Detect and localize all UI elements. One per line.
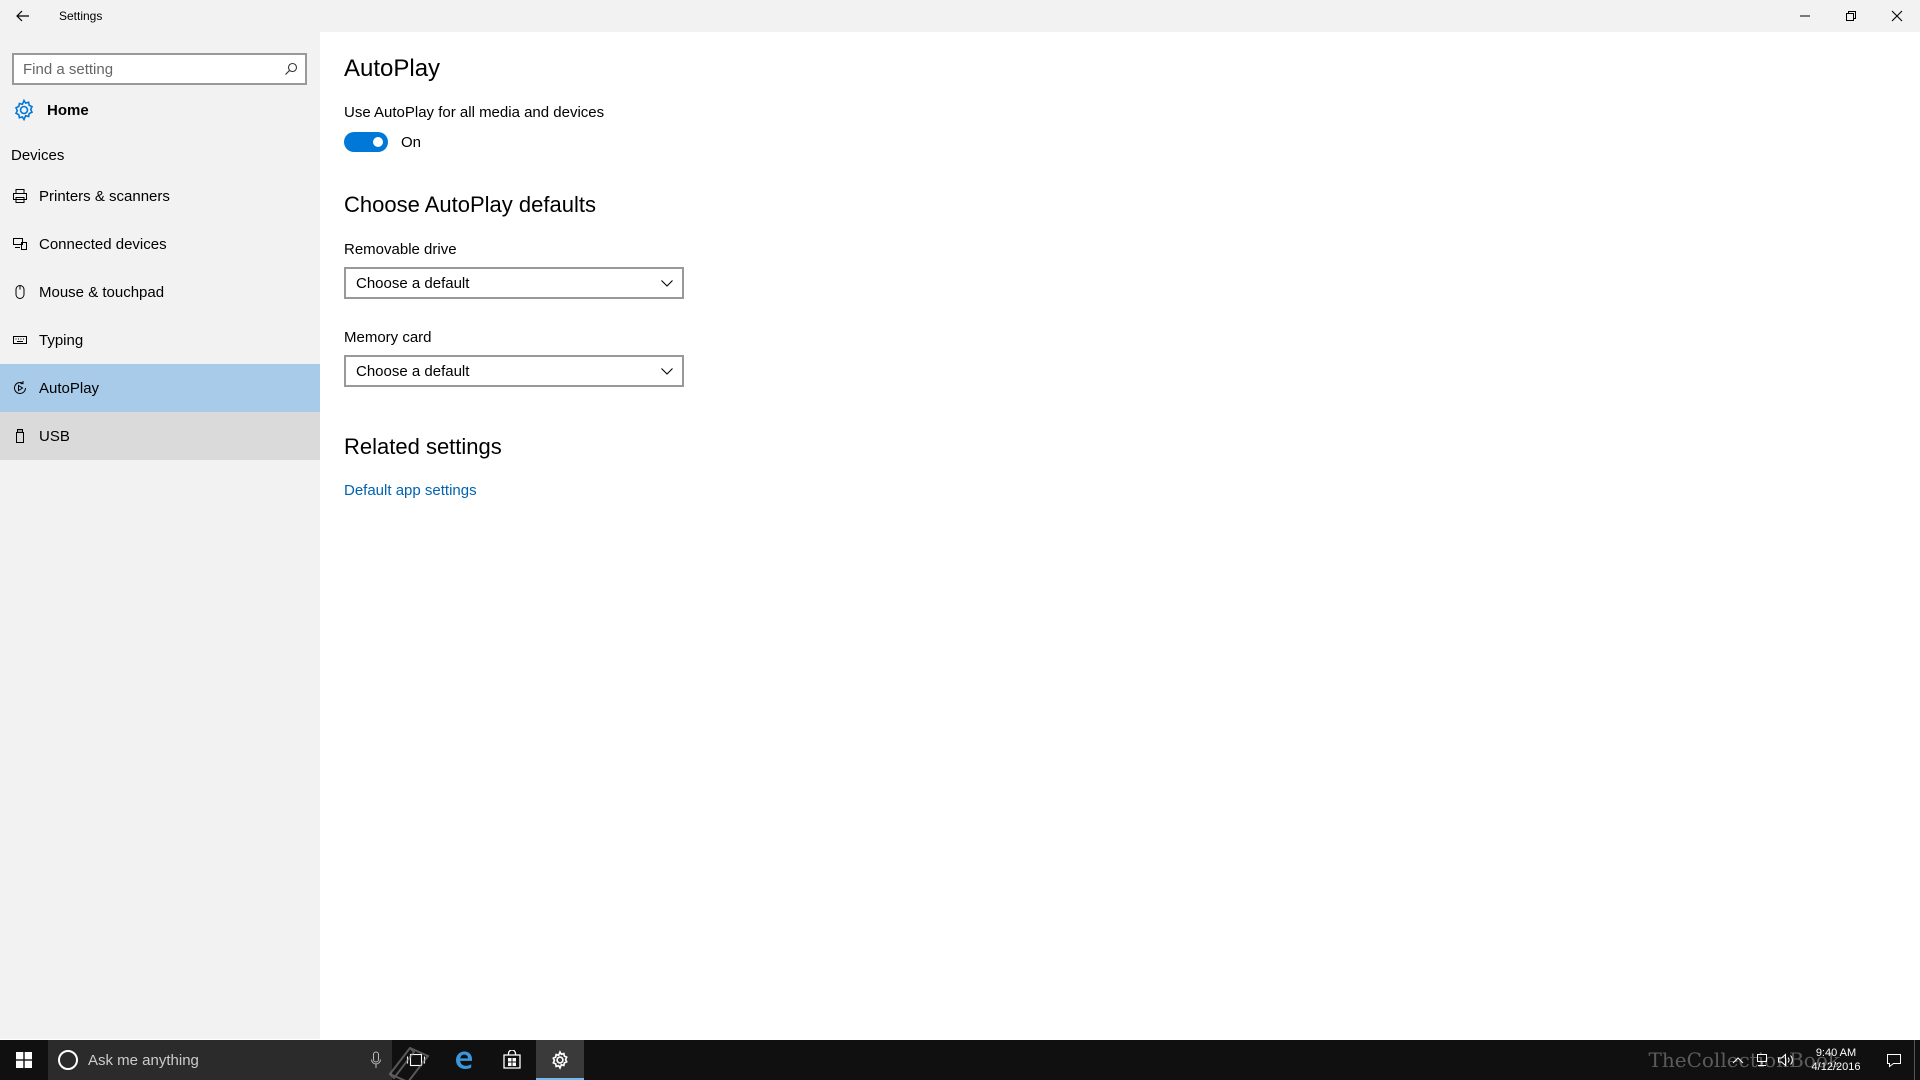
show-hidden-icons-button[interactable] [1726,1040,1750,1080]
taskbar-clock[interactable]: 9:40 AM 4/12/2016 [1798,1046,1874,1074]
printer-icon [12,188,28,204]
toggle-knob [373,137,383,147]
windows-logo-icon [16,1052,32,1068]
show-desktop-button[interactable] [1914,1040,1920,1080]
taskbar: Ask me anything TheCollectionBook 9:40 A… [0,1040,1920,1080]
sidebar-item-label: Typing [39,331,84,349]
start-button[interactable] [0,1040,48,1080]
usb-icon [12,428,28,444]
sidebar: Home Devices Printers & scanners Connect… [0,32,320,1039]
close-button[interactable] [1874,0,1920,32]
autoplay-toggle-row: On [344,132,421,152]
action-center-button[interactable] [1874,1040,1914,1080]
gear-icon [14,98,34,122]
mouse-icon [12,284,28,300]
autoplay-defaults-heading: Choose AutoPlay defaults [344,192,596,217]
cortana-icon [58,1050,78,1070]
sidebar-item-connected-devices[interactable]: Connected devices [0,220,320,268]
default-app-settings-link[interactable]: Default app settings [344,482,477,499]
sidebar-item-autoplay[interactable]: AutoPlay [0,364,320,412]
title-bar: Settings [0,0,1920,32]
search-icon[interactable] [277,55,305,83]
edge-app-button[interactable] [440,1040,488,1080]
back-arrow-icon [16,10,29,22]
keyboard-icon [12,332,28,348]
autoplay-toggle[interactable] [344,132,388,152]
cortana-search-box[interactable]: Ask me anything [48,1040,392,1080]
close-icon [1891,10,1903,22]
store-app-button[interactable] [488,1040,536,1080]
sidebar-item-label: Mouse & touchpad [39,283,165,301]
microphone-icon[interactable] [370,1051,382,1069]
chevron-down-icon [661,368,673,375]
minimize-icon [1800,15,1810,17]
toggle-state-text: On [401,133,422,151]
sidebar-item-label: USB [39,427,70,445]
home-label: Home [47,101,89,119]
memory-card-value: Choose a default [356,362,470,380]
sidebar-item-label: Printers & scanners [39,187,170,205]
taskbar-search-placeholder: Ask me anything [88,1051,199,1069]
page-title: AutoPlay [344,55,441,82]
notification-icon [1887,1054,1901,1068]
minimize-button[interactable] [1782,0,1828,32]
network-icon [1757,1054,1767,1066]
gear-icon [552,1050,568,1070]
system-tray: 9:40 AM 4/12/2016 [1726,1040,1920,1080]
settings-app-button[interactable] [536,1040,584,1080]
removable-drive-value: Choose a default [356,274,470,292]
memory-card-dropdown[interactable]: Choose a default [344,355,684,387]
clock-date: 4/12/2016 [1811,1061,1861,1073]
sidebar-item-mouse-touchpad[interactable]: Mouse & touchpad [0,268,320,316]
sidebar-item-label: Connected devices [39,235,167,253]
chevron-up-icon [1732,1057,1744,1064]
chevron-down-icon [661,280,673,287]
restore-icon [1846,11,1856,21]
memory-card-label: Memory card [344,329,432,346]
find-setting-search-box[interactable] [12,53,307,85]
sidebar-item-usb[interactable]: USB [0,412,320,460]
autoplay-toggle-label: Use AutoPlay for all media and devices [344,104,605,121]
find-setting-input[interactable] [23,60,277,78]
restore-button[interactable] [1828,0,1874,32]
window-title: Settings [59,9,103,23]
connected-devices-icon [12,236,28,252]
sidebar-item-label: AutoPlay [39,379,100,397]
autoplay-icon [12,380,28,396]
sidebar-item-printers-scanners[interactable]: Printers & scanners [0,172,320,220]
volume-button[interactable] [1774,1040,1798,1080]
removable-drive-dropdown[interactable]: Choose a default [344,267,684,299]
devices-nav-list: Printers & scanners Connected devices Mo… [0,172,320,460]
speaker-icon [1778,1053,1793,1067]
network-button[interactable] [1750,1040,1774,1080]
book-watermark-icon [388,1046,430,1080]
related-settings-heading: Related settings [344,434,502,459]
sidebar-item-typing[interactable]: Typing [0,316,320,364]
edge-icon [456,1051,472,1069]
removable-drive-label: Removable drive [344,241,457,258]
clock-time: 9:40 AM [1815,1047,1857,1059]
store-icon [503,1050,521,1069]
back-button[interactable] [0,0,46,32]
devices-section-label: Devices [11,147,65,164]
home-nav-item[interactable]: Home [0,92,320,128]
